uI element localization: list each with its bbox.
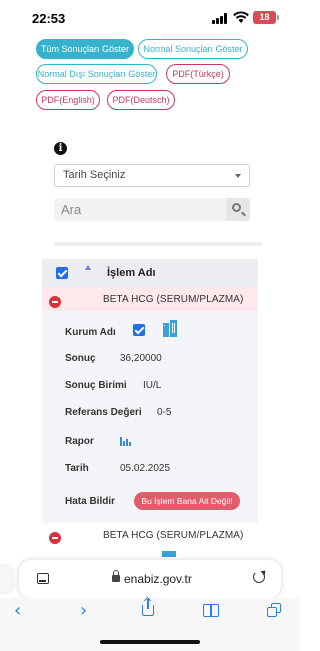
value-result: 36,20000 [120,353,162,364]
row-title: BETA HCG (SERUM/PLAZMA) [103,294,244,305]
value-reference: 0-5 [157,407,172,418]
select-all-checkbox[interactable] [56,267,68,279]
label-report-error: Hata Bildir [65,496,116,507]
pdf-german-button[interactable]: PDF(Deutsch) [107,90,175,110]
row-title[interactable]: BETA HCG (SERUM/PLAZMA) [103,530,243,541]
show-all-results-button[interactable]: Tüm Sonuçları Göster [36,39,134,59]
label-date: Tarih [65,463,89,474]
info-icon[interactable]: i [54,142,67,155]
building-icon[interactable] [162,551,176,557]
url-text[interactable]: enabiz.gov.tr [124,572,192,586]
label-result: Sonuç [65,353,96,364]
chart-icon[interactable] [120,437,131,446]
divider [54,242,262,246]
battery-icon: 18 [253,11,279,24]
minus-circle-icon[interactable] [49,532,61,544]
date-select-value: Tarih Seçiniz [63,169,126,181]
tabs-icon[interactable] [267,603,281,617]
wifi-icon [233,11,249,23]
forward-icon[interactable]: › [80,602,87,620]
cellular-signal-icon [212,13,230,24]
label-unit: Sonuç Birimi [65,380,127,391]
sort-asc-icon[interactable] [85,265,91,270]
previous-tab-peek[interactable] [0,566,12,592]
search-button[interactable] [226,198,250,221]
chevron-down-icon [235,174,241,178]
building-icon[interactable] [162,320,178,337]
label-institution: Kurum Adı [65,327,116,338]
back-icon[interactable]: ‹ [14,602,21,620]
not-my-procedure-button[interactable]: Bu İşlem Bana Ait Değil! [134,492,240,510]
home-indicator [100,640,200,644]
bookmarks-icon[interactable] [203,604,221,617]
label-reference: Referans Değeri [65,407,142,418]
pdf-turkish-button[interactable]: PDF(Türkçe) [166,64,230,84]
value-date: 05.02.2025 [120,463,171,474]
show-abnormal-results-button[interactable]: Normal Dışı Sonuçları Göster [36,64,157,84]
value-unit: IU/L [143,380,162,391]
search-input[interactable]: Ara [54,198,226,221]
reload-icon[interactable] [253,571,265,583]
minus-circle-icon[interactable] [49,296,61,308]
search-icon [232,203,241,212]
label-report: Rapor [65,436,94,447]
page-settings-icon[interactable] [37,573,49,584]
lock-icon [112,570,120,582]
pdf-english-button[interactable]: PDF(English) [36,90,100,110]
show-normal-results-button[interactable]: Normal Sonuçları Göster [138,39,248,59]
status-bar: 22:53 18 [0,0,300,36]
date-select[interactable]: Tarih Seçiniz [54,164,250,187]
institution-checkbox[interactable] [133,324,145,336]
column-header-islem-adi[interactable]: İşlem Adı [107,267,156,279]
share-icon[interactable] [142,599,154,616]
status-time: 22:53 [32,11,66,26]
